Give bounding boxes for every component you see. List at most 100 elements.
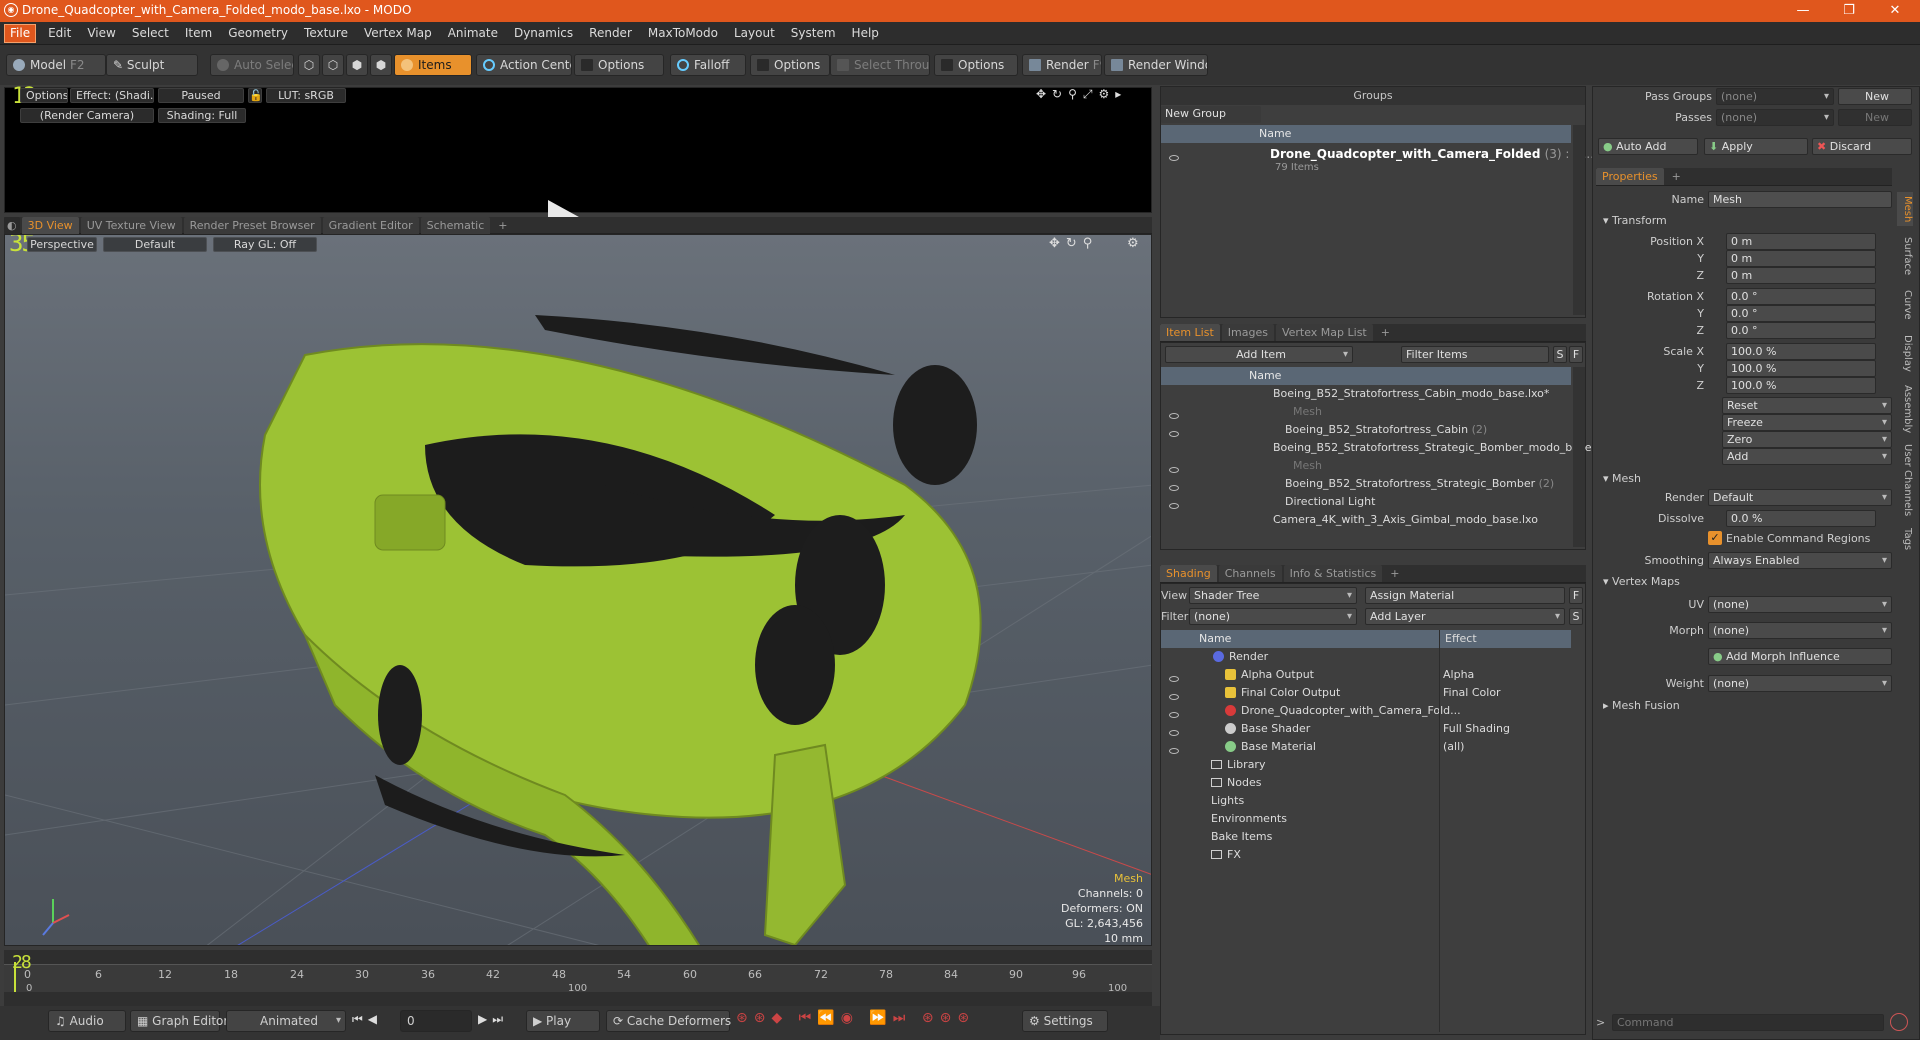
side-tab-surface[interactable]: Surface bbox=[1897, 232, 1913, 280]
viewport-settings-gear-icon[interactable]: ⚙ bbox=[1127, 236, 1139, 251]
tab-gradient-editor[interactable]: Gradient Editor bbox=[322, 216, 419, 234]
menu-animate[interactable]: Animate bbox=[440, 22, 506, 45]
menu-select[interactable]: Select bbox=[124, 22, 177, 45]
side-tab-curve[interactable]: Curve bbox=[1897, 286, 1913, 324]
model-mode-button[interactable]: Model F2 bbox=[6, 54, 106, 76]
shader-row-bake-items[interactable]: Bake Items bbox=[1161, 828, 1272, 846]
tab-vertex-map-list[interactable]: Vertex Map List bbox=[1275, 324, 1373, 341]
visibility-eye-icon[interactable] bbox=[1169, 463, 1179, 476]
menu-dynamics[interactable]: Dynamics bbox=[506, 22, 581, 45]
scale-z-input[interactable]: 100.0 % bbox=[1726, 377, 1876, 394]
shading-s-button[interactable]: S bbox=[1569, 608, 1583, 625]
visibility-eye-icon[interactable] bbox=[1169, 427, 1179, 440]
raygl-dropdown[interactable]: Ray GL: Off bbox=[213, 237, 317, 252]
mesh-fusion-section[interactable]: ▸ Mesh Fusion bbox=[1603, 697, 1680, 714]
menu-texture[interactable]: Texture bbox=[296, 22, 356, 45]
preview-paused-button[interactable]: Paused bbox=[158, 88, 244, 103]
filter-dropdown[interactable]: (none) bbox=[1189, 608, 1357, 625]
viewport-nav-icons[interactable]: ✥↻⚲ bbox=[1049, 236, 1098, 251]
add-tab-icon[interactable]: + bbox=[1375, 324, 1396, 341]
close-button[interactable]: ✕ bbox=[1872, 0, 1918, 22]
add-layer-dropdown[interactable]: Add Layer bbox=[1365, 608, 1565, 625]
play-button[interactable]: ▶ Play bbox=[526, 1010, 600, 1032]
visibility-eye-icon[interactable] bbox=[1169, 690, 1179, 703]
visibility-eye-icon[interactable] bbox=[1169, 672, 1179, 685]
tab-images[interactable]: Images bbox=[1221, 324, 1274, 341]
transport-forward-icons[interactable]: ▶⏭ bbox=[478, 1012, 508, 1027]
tab-properties[interactable]: Properties bbox=[1596, 168, 1664, 185]
smoothing-dropdown[interactable]: Always Enabled bbox=[1708, 552, 1892, 569]
shader-row-lights[interactable]: Lights bbox=[1161, 792, 1244, 810]
dissolve-input[interactable]: 0.0 % bbox=[1726, 510, 1876, 527]
settings-button[interactable]: ⚙ Settings bbox=[1022, 1010, 1108, 1032]
rotation-y-input[interactable]: 0.0 ° bbox=[1726, 305, 1876, 322]
add-tab-icon[interactable]: + bbox=[492, 217, 513, 234]
timeline[interactable]: 28 bbox=[4, 950, 1152, 1006]
vertex-maps-section[interactable]: ▾ Vertex Maps bbox=[1603, 573, 1680, 590]
command-history-icon[interactable] bbox=[1890, 1013, 1908, 1031]
shader-row-nodes[interactable]: Nodes bbox=[1161, 774, 1261, 792]
name-input[interactable]: Mesh bbox=[1708, 191, 1892, 208]
view-tab-menu-icon[interactable]: ◐ bbox=[4, 216, 20, 234]
action-center-options-button[interactable]: Options bbox=[574, 54, 664, 76]
preview-lut-dropdown[interactable]: LUT: sRGB bbox=[266, 88, 346, 103]
select-through-button[interactable]: Select Through bbox=[830, 54, 930, 76]
3d-viewport[interactable]: 35 Perspective Default Ray GL: Off ✥↻⚲ ⚙… bbox=[4, 234, 1152, 946]
command-input[interactable] bbox=[1612, 1014, 1884, 1031]
item-row-mesh[interactable]: Mesh bbox=[1161, 457, 1322, 475]
menu-layout[interactable]: Layout bbox=[726, 22, 783, 45]
item-row-scene[interactable]: Boeing_B52_Stratofortress_Cabin_modo_bas… bbox=[1161, 385, 1549, 403]
enable-command-regions-checkbox[interactable]: ✓ bbox=[1708, 531, 1722, 545]
menu-edit[interactable]: Edit bbox=[40, 22, 79, 45]
current-frame-field[interactable]: 0 bbox=[400, 1010, 472, 1032]
lock-icon[interactable]: 🔓 bbox=[248, 88, 262, 103]
item-row-light[interactable]: Directional Light bbox=[1161, 493, 1375, 511]
edges-mode-icon[interactable]: ⬡ bbox=[322, 54, 344, 76]
falloff-options-button[interactable]: Options bbox=[750, 54, 830, 76]
shader-row-render[interactable]: Render bbox=[1161, 648, 1268, 666]
menu-system[interactable]: System bbox=[783, 22, 844, 45]
tab-item-list[interactable]: Item List bbox=[1160, 324, 1220, 341]
drone-mesh[interactable] bbox=[259, 315, 982, 946]
add-dropdown[interactable]: Add bbox=[1722, 448, 1892, 465]
visibility-eye-icon[interactable] bbox=[1169, 708, 1179, 721]
tab-shading[interactable]: Shading bbox=[1160, 565, 1217, 582]
preview-nav-icons[interactable]: ✥↻⚲⤢⚙▸ bbox=[1036, 87, 1127, 102]
action-center-button[interactable]: Action Center bbox=[476, 54, 572, 76]
polygons-mode-icon[interactable]: ⬢ bbox=[346, 54, 368, 76]
audio-button[interactable]: ♫ Audio bbox=[48, 1010, 126, 1032]
item-row-scene[interactable]: Camera_4K_with_3_Axis_Gimbal_modo_base.l… bbox=[1161, 511, 1538, 529]
weight-dropdown[interactable]: (none) bbox=[1708, 675, 1892, 692]
item-list-name-header[interactable]: Name bbox=[1161, 367, 1571, 385]
shader-effect-header[interactable]: Effect bbox=[1441, 630, 1571, 648]
shader-row-base-shader[interactable]: Base Shader Full Shading bbox=[1161, 720, 1561, 738]
render-window-button[interactable]: Render Window bbox=[1104, 54, 1208, 76]
item-row-scene[interactable]: Boeing_B52_Stratofortress_Strategic_Bomb… bbox=[1161, 439, 1602, 457]
tab-3d-view[interactable]: 3D View bbox=[21, 216, 79, 234]
menu-render[interactable]: Render bbox=[581, 22, 640, 45]
side-tab-user-channels[interactable]: User Channels bbox=[1897, 442, 1913, 518]
add-tab-icon[interactable]: + bbox=[1666, 168, 1687, 185]
shading-default-dropdown[interactable]: Default bbox=[103, 237, 207, 252]
rotation-z-input[interactable]: 0.0 ° bbox=[1726, 322, 1876, 339]
graph-editor-button[interactable]: ▦ Graph Editor bbox=[130, 1010, 228, 1032]
menu-maxtomodo[interactable]: MaxToModo bbox=[640, 22, 726, 45]
menu-view[interactable]: View bbox=[79, 22, 123, 45]
tab-uv-texture-view[interactable]: UV Texture View bbox=[80, 216, 182, 234]
assign-material-button[interactable]: Assign Material bbox=[1365, 587, 1565, 604]
auto-add-button[interactable]: ● Auto Add bbox=[1598, 138, 1698, 155]
select-options-button[interactable]: Options bbox=[934, 54, 1018, 76]
item-list-f-button[interactable]: F bbox=[1569, 346, 1583, 363]
view-shader-tree-dropdown[interactable]: Shader Tree bbox=[1189, 587, 1357, 604]
pass-groups-dropdown[interactable]: (none) bbox=[1716, 88, 1834, 105]
position-y-input[interactable]: 0 m bbox=[1726, 250, 1876, 267]
menu-help[interactable]: Help bbox=[844, 22, 887, 45]
shader-row-final-color-output[interactable]: Final Color Output Final Color bbox=[1161, 684, 1561, 702]
groups-name-header[interactable]: Name bbox=[1161, 125, 1571, 143]
item-row-group[interactable]: Boeing_B52_Stratofortress_Cabin (2) bbox=[1161, 421, 1487, 439]
uv-dropdown[interactable]: (none) bbox=[1708, 596, 1892, 613]
rotation-x-input[interactable]: 0.0 ° bbox=[1726, 288, 1876, 305]
freeze-dropdown[interactable]: Freeze bbox=[1722, 414, 1892, 431]
item-row-mesh[interactable]: Mesh bbox=[1161, 403, 1322, 421]
tab-info-statistics[interactable]: Info & Statistics bbox=[1283, 565, 1383, 582]
